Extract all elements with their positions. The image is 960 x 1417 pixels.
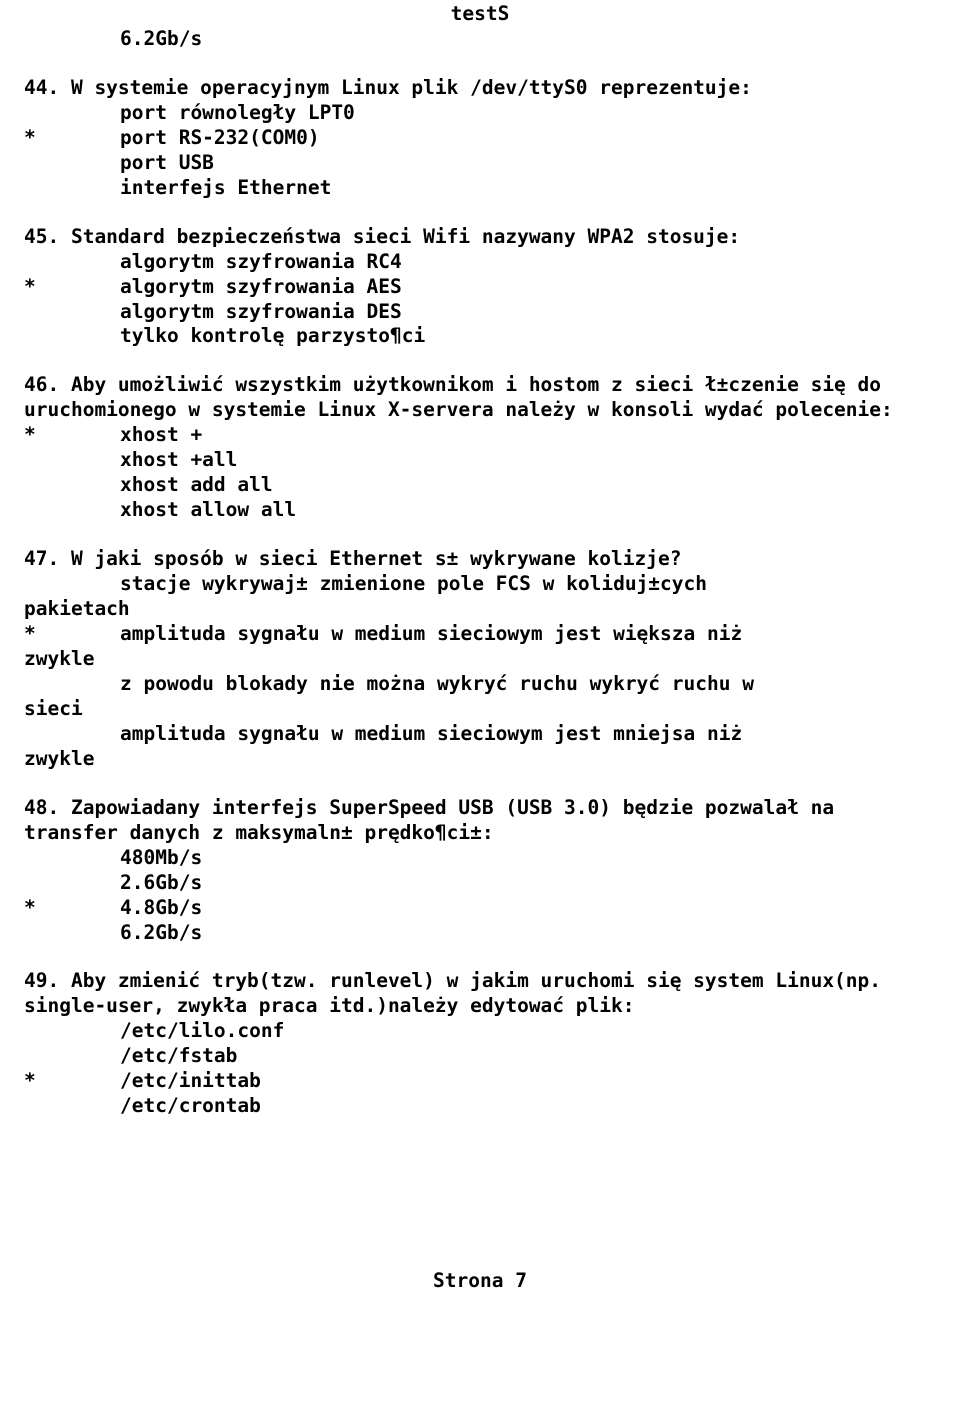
question-prompt: 46. Aby umożliwić wszystkim użytkownikom… [24, 373, 936, 423]
answer-marker [24, 176, 120, 201]
answer-text: algorytm szyfrowania RC4 [120, 250, 936, 275]
answer-marker [24, 871, 120, 896]
answer-marker [24, 672, 120, 697]
answer-text: interfejs Ethernet [120, 176, 936, 201]
answer-marker [24, 1019, 120, 1044]
answer-text: tylko kontrolę parzysto¶ci [120, 324, 936, 349]
question-45: 45. Standard bezpieczeństwa sieci Wifi n… [84, 225, 936, 350]
answer-text: /etc/inittab [120, 1069, 936, 1094]
answer-marker [24, 250, 120, 275]
answer-text: port równoległy LPT0 [120, 101, 936, 126]
answer-text: amplituda sygnału w medium sieciowym jes… [120, 722, 936, 747]
answer-marker [24, 921, 120, 946]
orphan-answer: 6.2Gb/s [84, 27, 936, 52]
question-46: 46. Aby umożliwić wszystkim użytkownikom… [84, 373, 936, 523]
answer-marker: * [24, 896, 120, 921]
answer-text: port USB [120, 151, 936, 176]
answer-marker: * [24, 275, 120, 300]
answer-marker [24, 1094, 120, 1119]
answer-wrap: sieci [24, 697, 936, 722]
answer-marker [24, 572, 120, 597]
answer-text: algorytm szyfrowania DES [120, 300, 936, 325]
answer-marker: * [24, 1069, 120, 1094]
question-prompt: 45. Standard bezpieczeństwa sieci Wifi n… [24, 225, 936, 250]
answer-text: 6.2Gb/s [120, 921, 936, 946]
answer-marker [24, 151, 120, 176]
question-47: 47. W jaki sposób w sieci Ethernet s± wy… [84, 547, 936, 772]
question-49: 49. Aby zmienić tryb(tzw. runlevel) w ja… [84, 969, 936, 1119]
answer-marker: * [24, 126, 120, 151]
answer-marker [24, 300, 120, 325]
answer-text: stacje wykrywaj± zmienione pole FCS w ko… [120, 572, 936, 597]
answer-wrap: zwykle [24, 647, 936, 672]
question-prompt: 49. Aby zmienić tryb(tzw. runlevel) w ja… [24, 969, 936, 1019]
answer-text: xhost allow all [120, 498, 936, 523]
answer-marker [24, 27, 120, 52]
answer-text: amplituda sygnału w medium sieciowym jes… [120, 622, 936, 647]
answer-marker: * [24, 423, 120, 448]
answer-text: /etc/crontab [120, 1094, 936, 1119]
question-prompt: 44. W systemie operacyjnym Linux plik /d… [24, 76, 936, 101]
answer-text: xhost + [120, 423, 936, 448]
answer-wrap: pakietach [24, 597, 936, 622]
answer-text: /etc/lilo.conf [120, 1019, 936, 1044]
question-prompt: 48. Zapowiadany interfejs SuperSpeed USB… [24, 796, 936, 846]
answer-text: port RS-232(COM0) [120, 126, 936, 151]
question-44: 44. W systemie operacyjnym Linux plik /d… [84, 76, 936, 201]
answer-marker: * [24, 622, 120, 647]
answer-marker [24, 1044, 120, 1069]
question-48: 48. Zapowiadany interfejs SuperSpeed USB… [84, 796, 936, 946]
page-footer: Strona 7 [24, 1269, 936, 1294]
answer-text: xhost add all [120, 473, 936, 498]
answer-text: algorytm szyfrowania AES [120, 275, 936, 300]
answer-marker [24, 498, 120, 523]
answer-marker [24, 324, 120, 349]
answer-text: /etc/fstab [120, 1044, 936, 1069]
answer-text: 6.2Gb/s [120, 27, 936, 52]
answer-marker [24, 101, 120, 126]
answer-text: 2.6Gb/s [120, 871, 936, 896]
answer-marker [24, 722, 120, 747]
page-header-title: testS [24, 2, 936, 27]
answer-text: 480Mb/s [120, 846, 936, 871]
answer-text: z powodu blokady nie można wykryć ruchu … [120, 672, 936, 697]
answer-marker [24, 473, 120, 498]
question-prompt: 47. W jaki sposób w sieci Ethernet s± wy… [24, 547, 936, 572]
answer-text: 4.8Gb/s [120, 896, 936, 921]
answer-wrap: zwykle [24, 747, 936, 772]
answer-text: xhost +all [120, 448, 936, 473]
answer-marker [24, 448, 120, 473]
answer-marker [24, 846, 120, 871]
